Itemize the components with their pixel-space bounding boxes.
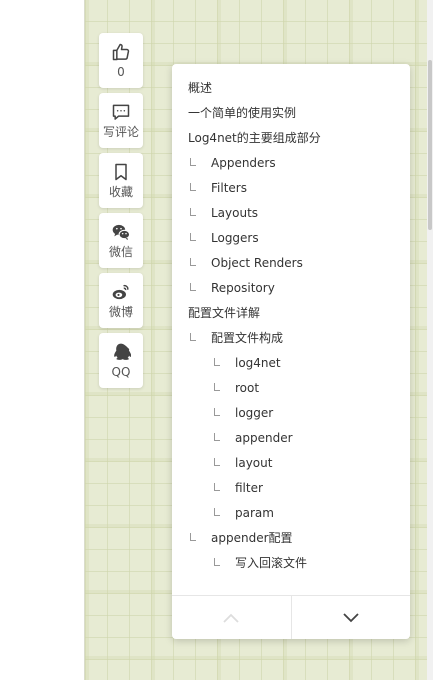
toc-item[interactable]: filter <box>172 476 410 501</box>
tree-branch-icon <box>190 233 196 241</box>
wechat-label: 微信 <box>108 245 133 259</box>
toc-item[interactable]: 概述 <box>172 76 410 101</box>
tree-branch-icon <box>214 458 220 466</box>
toc-item-text: root <box>235 381 260 395</box>
tree-branch-icon <box>214 358 220 366</box>
toc-item-text: appender <box>235 431 293 445</box>
toc-list: 概述一个简单的使用实例 Log4net的主要组成部分 Appenders Filter… <box>172 64 410 576</box>
scrollbar-thumb[interactable] <box>428 60 432 230</box>
toc-scroll-up-button[interactable] <box>172 596 291 639</box>
weibo-label: 微博 <box>108 305 133 319</box>
toc-item[interactable]: Object Renders <box>172 251 410 276</box>
scrollbar[interactable] <box>427 0 433 680</box>
toc-item[interactable]: 一个简单的使用实例 <box>172 101 410 126</box>
toc-item[interactable]: 配置文件构成 <box>172 326 410 351</box>
toc-item[interactable]: appender配置 <box>172 526 410 551</box>
toc-item[interactable]: appender <box>172 426 410 451</box>
toc-item[interactable]: Appenders <box>172 151 410 176</box>
tree-branch-icon <box>190 208 196 216</box>
toc-item[interactable]: Filters <box>172 176 410 201</box>
tree-branch-icon <box>214 483 220 491</box>
wechat-icon <box>111 222 131 242</box>
tree-branch-icon <box>214 408 220 416</box>
toc-item-text: Repository <box>211 281 275 295</box>
like-button[interactable]: 0 <box>99 33 143 88</box>
toc-item-text: param <box>235 506 274 520</box>
toc-item[interactable]: Loggers <box>172 226 410 251</box>
toc-item[interactable]: logger <box>172 401 410 426</box>
toc-item-text: 一个简单的使用实例 <box>188 106 297 120</box>
toc-item-text: Appenders <box>211 156 276 170</box>
write-comment-label: 写评论 <box>102 125 139 139</box>
share-weibo-button[interactable]: 微博 <box>99 273 143 328</box>
toc-item[interactable]: log4net <box>172 351 410 376</box>
tree-branch-icon <box>214 383 220 391</box>
thumbs-up-icon <box>111 42 131 62</box>
toc-item-text: Layouts <box>211 206 259 220</box>
share-qq-button[interactable]: QQ <box>99 333 143 388</box>
toc-item-text: Object Renders <box>211 256 303 270</box>
toc-item[interactable]: Layouts <box>172 201 410 226</box>
toc-item-text: filter <box>235 481 263 495</box>
toc-item-text: Filters <box>211 181 247 195</box>
toc-item-text: logger <box>235 406 274 420</box>
toc-scroll-down-button[interactable] <box>290 596 411 639</box>
table-of-contents-panel: 概述一个简单的使用实例 Log4net的主要组成部分 Appenders Filter… <box>172 64 410 639</box>
tree-branch-icon <box>190 183 196 191</box>
toc-navigation <box>172 595 410 639</box>
tree-branch-icon <box>190 533 196 541</box>
toc-item[interactable]: Repository <box>172 276 410 301</box>
toc-item[interactable]: Log4net的主要组成部分 <box>172 126 410 151</box>
tree-branch-icon <box>214 433 220 441</box>
bookmark-icon <box>111 162 131 182</box>
tree-branch-icon <box>190 283 196 291</box>
toc-item-text: Log4net的主要组成部分 <box>188 131 321 145</box>
tree-branch-icon <box>190 333 196 341</box>
bookmark-label: 收藏 <box>108 185 133 199</box>
chevron-down-icon <box>342 612 360 624</box>
toc-item-text: Loggers <box>211 231 259 245</box>
toc-item-text: 写入回滚文件 <box>235 556 308 570</box>
chevron-up-icon <box>222 612 240 624</box>
toc-item-text: 配置文件构成 <box>211 331 284 345</box>
toc-item-text: log4net <box>235 356 281 370</box>
toc-item[interactable]: root <box>172 376 410 401</box>
like-count: 0 <box>117 65 125 79</box>
comment-icon <box>111 102 131 122</box>
toc-item-text: layout <box>235 456 273 470</box>
bookmark-button[interactable]: 收藏 <box>99 153 143 208</box>
share-wechat-button[interactable]: 微信 <box>99 213 143 268</box>
content-border <box>84 0 85 680</box>
write-comment-button[interactable]: 写评论 <box>99 93 143 148</box>
tree-branch-icon <box>214 508 220 516</box>
toc-item-text: 概述 <box>188 81 213 95</box>
toc-item-text: 配置文件详解 <box>188 306 261 320</box>
toc-item[interactable]: layout <box>172 451 410 476</box>
toc-item[interactable]: param <box>172 501 410 526</box>
toc-item-text: appender配置 <box>211 531 293 545</box>
tree-branch-icon <box>190 258 196 266</box>
toc-item[interactable]: 写入回滚文件 <box>172 551 410 576</box>
toc-item[interactable]: 配置文件详解 <box>172 301 410 326</box>
qq-label: QQ <box>111 365 131 379</box>
weibo-icon <box>111 282 131 302</box>
article-action-bar: 0 写评论 收藏 微信 微博 QQ <box>99 33 145 393</box>
tree-branch-icon <box>214 558 220 566</box>
tree-branch-icon <box>190 158 196 166</box>
qq-icon <box>111 342 131 362</box>
